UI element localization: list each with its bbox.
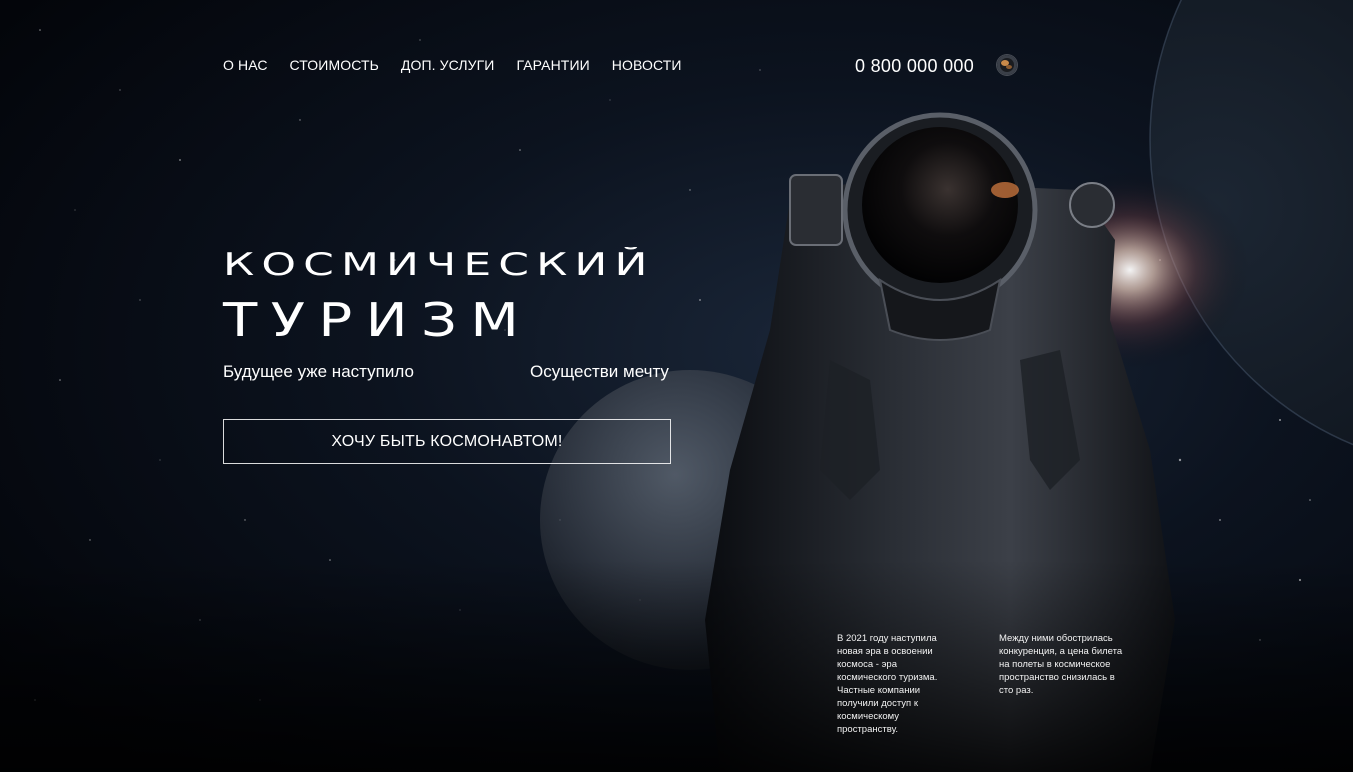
become-astronaut-button[interactable]: ХОЧУ БЫТЬ КОСМОНАВТОМ! — [223, 419, 671, 464]
hero-subtitle-left: Будущее уже наступило — [223, 362, 414, 381]
main-nav: О НАС СТОИМОСТЬ ДОП. УСЛУГИ ГАРАНТИИ НОВ… — [223, 57, 682, 73]
hero-title-line-2: ТУРИЗМ — [223, 293, 533, 347]
globe-flag-icon[interactable] — [997, 55, 1017, 75]
hero-title-line-1: КОСМИЧЕСКИЙ — [223, 247, 655, 283]
info-paragraph-2: Между ними обострилась конкуренция, а це… — [999, 633, 1123, 696]
nav-item-extra-services[interactable]: ДОП. УСЛУГИ — [401, 57, 495, 73]
nav-item-guarantees[interactable]: ГАРАНТИИ — [516, 57, 589, 73]
nav-item-news[interactable]: НОВОСТИ — [612, 57, 682, 73]
nav-item-pricing[interactable]: СТОИМОСТЬ — [290, 57, 379, 73]
hero-title: КОСМИЧЕСКИЙ ТУРИЗМ — [223, 250, 683, 344]
nav-item-about[interactable]: О НАС — [223, 57, 268, 73]
hero-subtitle-right: Осуществи мечту — [530, 362, 669, 381]
space-background — [0, 0, 1353, 772]
info-paragraph-1: В 2021 году наступила новая эра в освоен… — [837, 633, 938, 735]
phone-number[interactable]: 0 800 000 000 — [855, 56, 974, 77]
